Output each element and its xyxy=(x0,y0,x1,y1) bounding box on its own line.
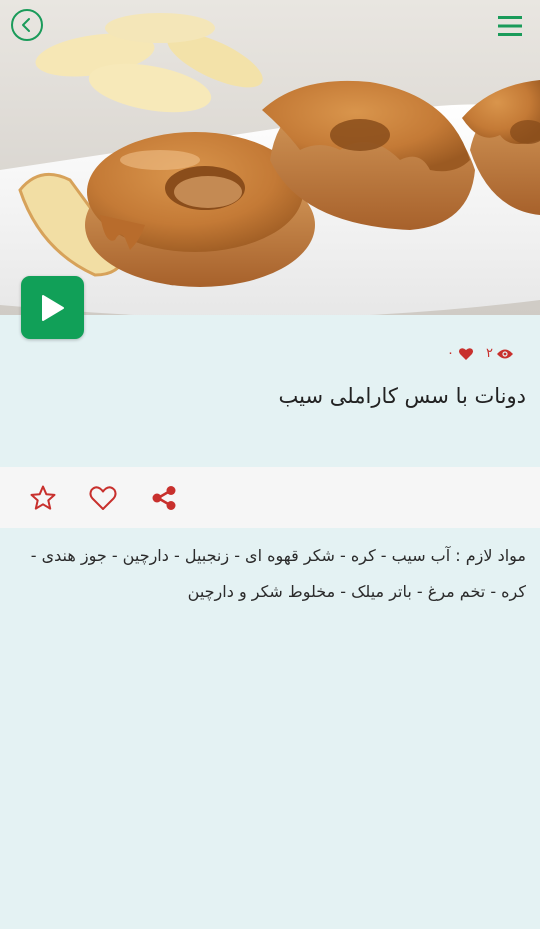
likes-stat: ۰ xyxy=(447,346,474,361)
recipe-title: دونات با سس کاراملی سیب xyxy=(278,384,526,408)
app-screen: ۰ ۲ دونات با سس کاراملی سیب مواد لازم: … xyxy=(0,0,540,929)
back-button[interactable] xyxy=(11,9,43,41)
recipe-hero-image xyxy=(0,0,540,315)
menu-button[interactable] xyxy=(498,14,522,38)
ingredients-text: مواد لازم : آب سیب - کره - شکر قهوه ای -… xyxy=(30,546,526,601)
star-outline-icon xyxy=(30,485,56,510)
share-icon xyxy=(152,486,176,510)
favorite-button[interactable] xyxy=(28,483,58,513)
heart-outline-icon xyxy=(89,486,117,510)
eye-icon xyxy=(497,349,513,358)
share-button[interactable] xyxy=(149,483,179,513)
views-stat: ۲ xyxy=(486,346,513,361)
like-button[interactable] xyxy=(88,483,118,513)
donut-photo xyxy=(0,0,540,315)
chevron-left-icon xyxy=(22,18,30,32)
hamburger-menu-icon xyxy=(498,16,522,36)
views-count: ۲ xyxy=(486,346,493,361)
likes-count: ۰ xyxy=(447,346,455,361)
play-video-button[interactable] xyxy=(21,276,84,339)
heart-icon xyxy=(459,347,474,360)
play-icon xyxy=(41,294,64,321)
action-bar xyxy=(0,467,540,528)
recipe-stats: ۰ ۲ xyxy=(447,346,513,361)
